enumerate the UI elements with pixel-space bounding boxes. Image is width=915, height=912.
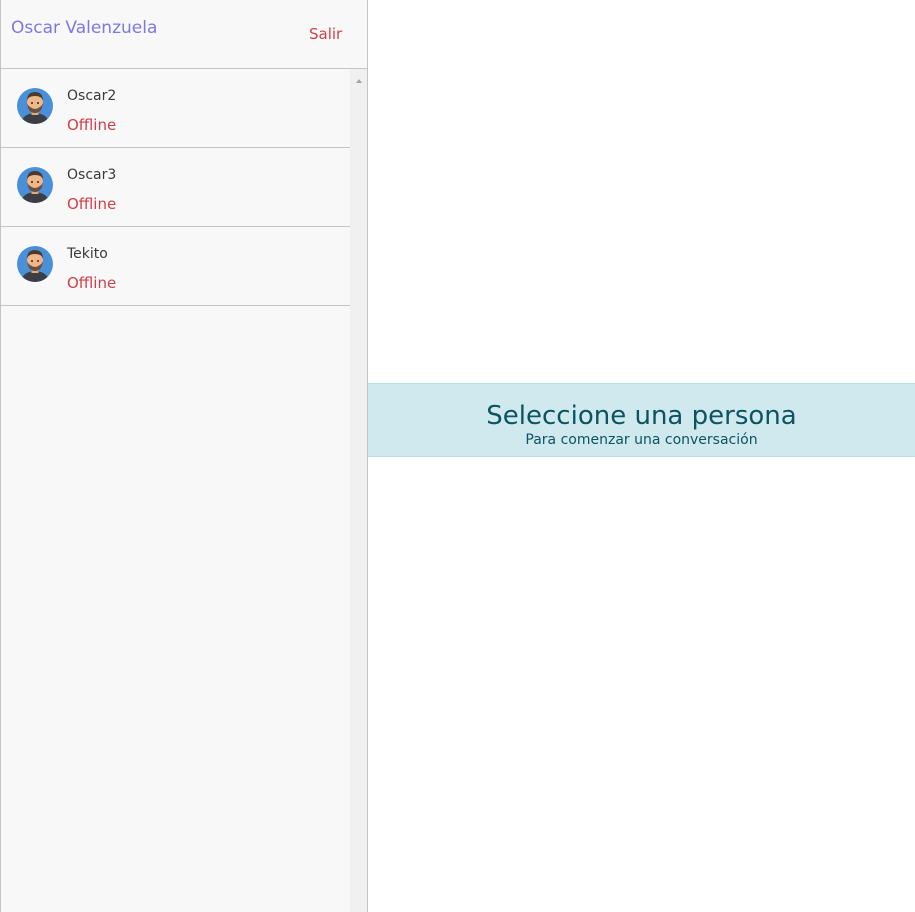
user-avatar-icon [17, 88, 53, 124]
user-avatar-icon [17, 167, 53, 203]
contact-item[interactable]: Tekito Offline [1, 227, 350, 306]
scroll-up-arrow-icon[interactable] [350, 73, 367, 83]
contact-item[interactable]: Oscar3 Offline [1, 148, 350, 227]
empty-chat-subtitle: Para comenzar una conversación [525, 432, 758, 448]
contact-list: Oscar2 Offline Oscar3 Offline Tekito Off… [1, 69, 350, 306]
contact-status: Offline [67, 195, 117, 213]
contact-name: Oscar3 [67, 167, 117, 183]
current-user-name: Oscar Valenzuela [11, 18, 158, 38]
contact-status: Offline [67, 274, 117, 292]
sidebar: Oscar Valenzuela Salir Oscar2 Offline Os… [0, 0, 368, 912]
chat-app: Oscar Valenzuela Salir Oscar2 Offline Os… [0, 0, 915, 912]
logout-button[interactable]: Salir [309, 25, 342, 43]
user-avatar-icon [17, 246, 53, 282]
contact-list-scrollbar[interactable] [350, 69, 367, 912]
contact-item[interactable]: Oscar2 Offline [1, 69, 350, 148]
empty-chat-title: Seleccione una persona [486, 401, 797, 431]
sidebar-header: Oscar Valenzuela Salir [1, 0, 367, 69]
contact-name: Tekito [67, 246, 108, 262]
contact-inbox: Oscar2 Offline Oscar3 Offline Tekito Off… [1, 69, 367, 912]
empty-chat-banner: Seleccione una persona Para comenzar una… [368, 383, 915, 457]
contact-name: Oscar2 [67, 88, 117, 104]
contact-status: Offline [67, 116, 117, 134]
